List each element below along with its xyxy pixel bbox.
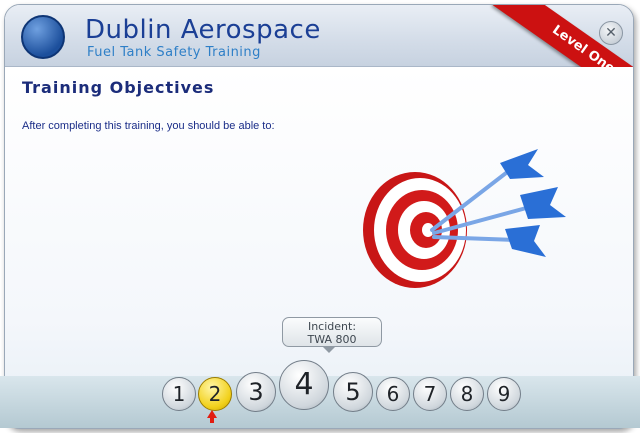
tooltip-line2: TWA 800 (307, 333, 357, 346)
nav-button-3[interactable]: 3 (236, 372, 276, 412)
close-icon: ✕ (605, 25, 617, 41)
nav-button-6[interactable]: 6 (376, 377, 410, 411)
nav-button-5[interactable]: 5 (333, 372, 373, 412)
brand-subtitle: Fuel Tank Safety Training (87, 45, 261, 60)
close-button[interactable]: ✕ (599, 21, 623, 45)
nav-button-9[interactable]: 9 (487, 377, 521, 411)
nav-button-2[interactable]: 2 (198, 377, 232, 411)
brand-title: Dublin Aerospace (85, 15, 321, 45)
intro-text: After completing this training, you shou… (22, 120, 275, 132)
dublin-aerospace-logo-icon (21, 15, 65, 59)
target-darts-image (363, 149, 566, 288)
incident-tooltip: Incident: TWA 800 (282, 317, 382, 347)
nav-button-4[interactable]: 4 (279, 360, 329, 410)
nav-button-1[interactable]: 1 (162, 377, 196, 411)
tooltip-line1: Incident: (307, 320, 357, 333)
current-page-arrow-stem (210, 417, 214, 423)
page-title: Training Objectives (22, 78, 215, 97)
tooltip-pointer (322, 346, 336, 353)
header-bar: Dublin Aerospace Fuel Tank Safety Traini… (5, 5, 633, 120)
nav-button-8[interactable]: 8 (450, 377, 484, 411)
nav-button-7[interactable]: 7 (413, 377, 447, 411)
